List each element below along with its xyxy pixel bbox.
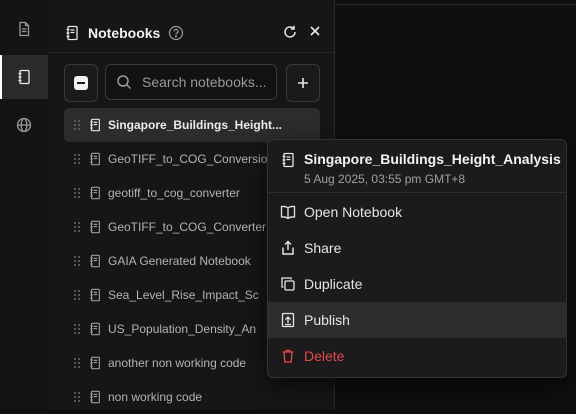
delete-menu-item[interactable]: Delete [268,338,566,374]
refresh-icon[interactable] [282,24,298,40]
notebook-name: non working code [108,390,203,404]
drag-handle-icon[interactable] [74,290,80,300]
help-icon[interactable] [168,25,184,41]
notebook-icon [88,322,102,336]
notebook-name: GeoTIFF_to_COG_Converter [108,220,267,234]
notebook-icon [88,220,102,234]
duplicate-icon [280,276,296,292]
notebook-icon [88,118,102,132]
notebook-name: US_Population_Density_An [108,322,257,336]
menu-notebook-date: 5 Aug 2025, 03:55 pm GMT+8 [304,172,466,186]
drag-handle-icon[interactable] [74,120,80,130]
notebook-list-item[interactable]: Singapore_Buildings_Height... [64,108,320,142]
notebook-name: Sea_Level_Rise_Impact_Sc [108,288,259,302]
menu-divider [268,192,566,193]
notebook-name: GAIA Generated Notebook [108,254,251,268]
globe-icon [16,117,32,133]
top-border [334,0,576,5]
drag-handle-icon[interactable] [74,256,80,266]
share-menu-item[interactable]: Share [268,230,566,266]
notebook-name: another non working code [108,356,247,370]
share-icon [280,240,296,256]
notebook-icon [280,152,296,168]
duplicate-menu-item[interactable]: Duplicate [268,266,566,302]
add-notebook-button[interactable] [286,64,320,102]
menu-item-label: Share [304,240,342,256]
rail-notebooks-button[interactable] [0,55,48,99]
panel-title: Notebooks [88,25,161,41]
menu-item-label: Publish [304,312,350,328]
panel-header: Notebooks [64,20,324,46]
close-icon[interactable] [308,24,322,38]
publish-menu-item[interactable]: Publish [268,302,566,338]
notebook-icon [64,25,80,41]
plus-icon [296,76,310,90]
rail-files-button[interactable] [0,7,48,51]
notebook-context-menu: Singapore_Buildings_Height_Analysis 5 Au… [267,139,567,378]
notebook-name: Singapore_Buildings_Height... [108,118,283,132]
drag-handle-icon[interactable] [74,154,80,164]
menu-header: Singapore_Buildings_Height_Analysis 5 Au… [280,150,561,190]
rail-map-button[interactable] [0,103,48,147]
minus-square-icon [74,76,88,90]
notebook-icon [88,186,102,200]
search-icon [116,74,132,90]
search-input[interactable] [140,73,280,91]
search-box[interactable] [105,64,280,100]
open-notebook-menu-item[interactable]: Open Notebook [268,194,566,230]
notebook-icon [88,356,102,370]
drag-handle-icon[interactable] [74,358,80,368]
publish-icon [280,312,296,328]
notebook-icon [88,152,102,166]
drag-handle-icon[interactable] [74,222,80,232]
menu-item-label: Delete [304,348,345,364]
menu-item-label: Duplicate [304,276,363,292]
collapse-all-button[interactable] [64,64,98,102]
menu-notebook-title: Singapore_Buildings_Height_Analysis [304,151,561,167]
drag-handle-icon[interactable] [74,324,80,334]
notebook-name: GeoTIFF_to_COG_Conversion [108,152,275,166]
header-divider [48,52,334,53]
file-icon [16,21,32,37]
menu-item-label: Open Notebook [304,204,403,220]
left-rail [0,0,49,409]
notebook-icon [88,254,102,268]
notebook-icon [88,288,102,302]
book-open-icon [280,204,296,220]
notebook-icon [16,69,32,85]
trash-icon [280,348,296,364]
notebook-name: geotiff_to_cog_converter [108,186,240,200]
notebook-icon [88,390,102,404]
drag-handle-icon[interactable] [74,392,80,402]
drag-handle-icon[interactable] [74,188,80,198]
